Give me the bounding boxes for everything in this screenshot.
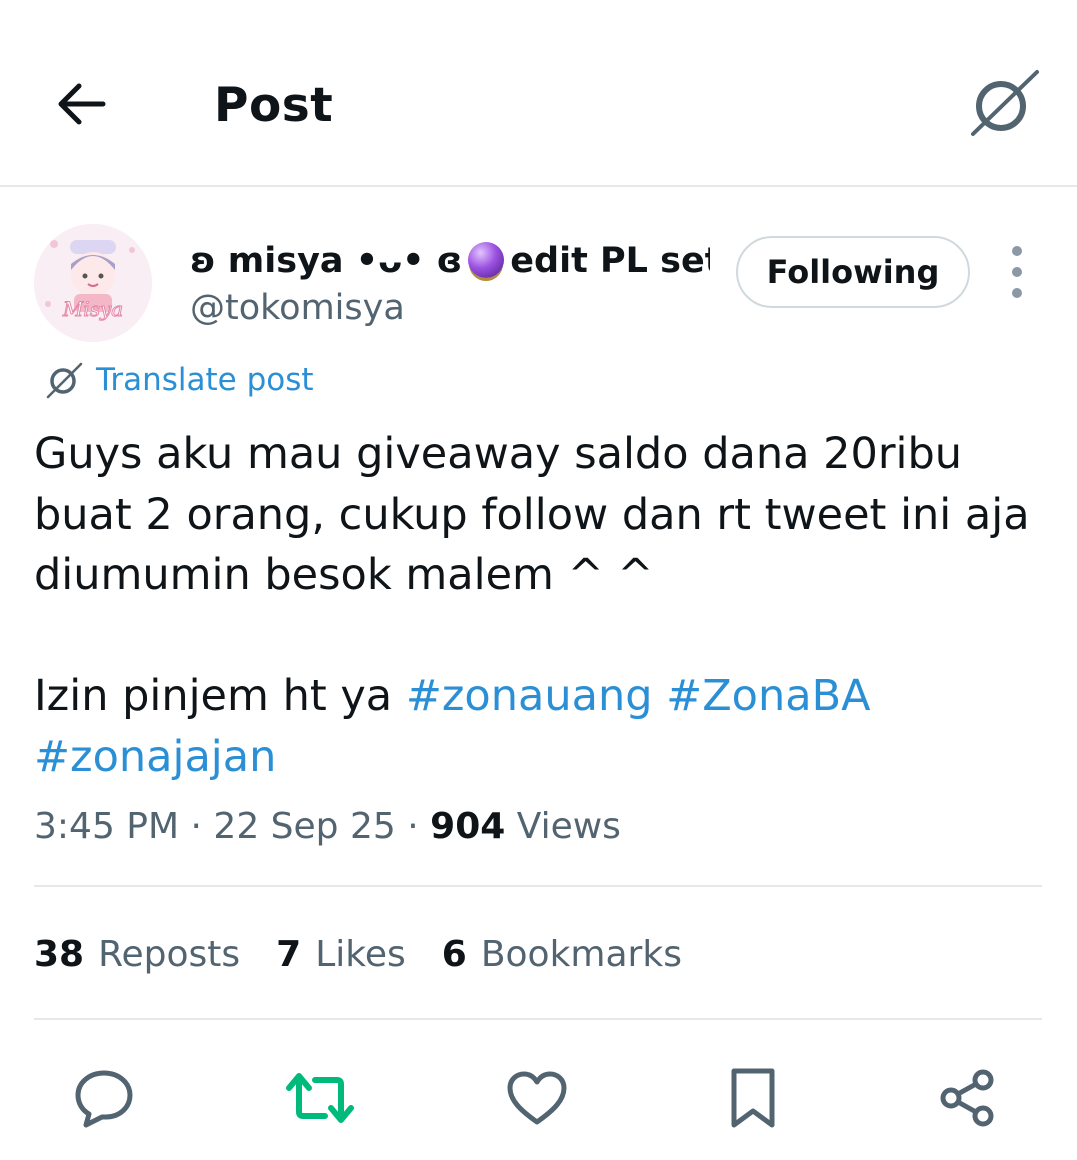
repost-button[interactable]	[280, 1058, 360, 1138]
heart-icon	[507, 1071, 567, 1125]
following-button[interactable]: Following	[736, 236, 970, 308]
share-icon	[940, 1069, 994, 1127]
engagement-stats: 38 Reposts 7 Likes 6 Bookmarks	[34, 932, 718, 978]
bookmarks-count: 6	[441, 934, 467, 975]
bookmarks-stat[interactable]: 6 Bookmarks	[442, 932, 682, 978]
tweet-paragraph: Izin pinjem ht ya #zonauang #ZonaBA #zon…	[34, 666, 1044, 787]
bookmark-icon	[731, 1068, 775, 1128]
post-date[interactable]: 22 Sep 25	[213, 806, 395, 847]
author-handle[interactable]: @tokomisya	[190, 285, 405, 331]
translate-post-label: Translate post	[96, 362, 314, 398]
grok-translate-icon	[44, 360, 84, 400]
bookmark-button[interactable]	[713, 1058, 793, 1138]
more-dot-icon	[1012, 246, 1022, 256]
repost-icon	[286, 1073, 354, 1123]
views-label: Views	[516, 806, 621, 847]
meta-separator: ·	[407, 806, 419, 847]
reply-button[interactable]	[64, 1058, 144, 1138]
display-name-part2: edit PL set...	[510, 241, 710, 281]
reposts-stat[interactable]: 38 Reposts	[34, 932, 240, 978]
back-button[interactable]	[50, 76, 112, 132]
divider	[34, 1018, 1042, 1020]
author-display-name[interactable]: ʚ misya •ᴗ• ɞ edit PL set...	[190, 238, 710, 284]
grok-translate-icon	[971, 70, 1039, 136]
page-title: Post	[214, 78, 334, 133]
hashtag-link[interactable]: #zonajajan	[34, 732, 276, 782]
post-time[interactable]: 3:45 PM	[34, 806, 179, 847]
avatar-logo-text: Misya	[62, 297, 123, 321]
likes-count: 7	[276, 934, 302, 975]
post-meta: 3:45 PM · 22 Sep 25 · 904 Views	[34, 804, 621, 850]
top-bar: Post	[0, 0, 1077, 187]
more-options-button[interactable]	[1000, 246, 1034, 298]
translate-post-link[interactable]: Translate post	[44, 358, 314, 402]
crystal-ball-icon	[468, 242, 505, 278]
display-name-part1: ʚ misya •ᴗ• ɞ	[190, 241, 463, 281]
reposts-count: 38	[34, 934, 85, 975]
likes-label: Likes	[315, 934, 406, 975]
divider	[34, 885, 1042, 887]
like-button[interactable]	[497, 1058, 577, 1138]
avatar-image: Misya	[34, 224, 152, 342]
reply-icon	[75, 1070, 133, 1128]
bookmarks-label: Bookmarks	[480, 934, 682, 975]
more-dot-icon	[1012, 288, 1022, 298]
share-button[interactable]	[928, 1058, 1008, 1138]
arrow-left-icon	[58, 83, 106, 125]
tweet-paragraph: Guys aku mau giveaway saldo dana 20ribu …	[34, 429, 1030, 600]
hashtag-link[interactable]: #ZonaBA	[666, 671, 870, 721]
tweet-text: Guys aku mau giveaway saldo dana 20ribu …	[34, 424, 1044, 787]
grok-translate-button[interactable]	[964, 66, 1044, 140]
hashtag-link[interactable]: #zonauang	[406, 671, 653, 721]
views-count: 904	[430, 806, 506, 847]
tweet-text-prefix: Izin pinjem ht ya	[34, 671, 406, 721]
avatar[interactable]: Misya	[34, 224, 152, 342]
meta-separator: ·	[190, 806, 202, 847]
likes-stat[interactable]: 7 Likes	[276, 932, 406, 978]
reposts-label: Reposts	[98, 934, 241, 975]
action-bar	[0, 1050, 1077, 1140]
more-dot-icon	[1012, 267, 1022, 277]
